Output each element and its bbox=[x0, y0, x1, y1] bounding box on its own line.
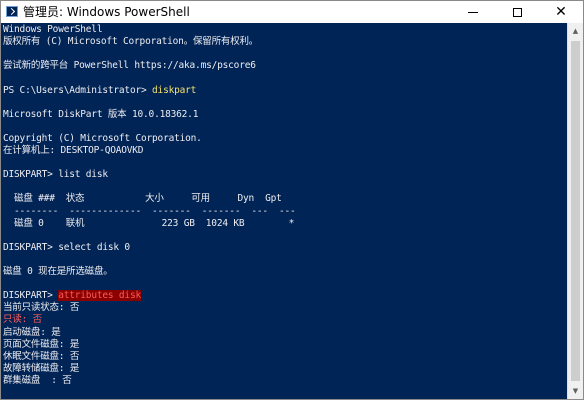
console-line: 群集磁盘 : 否 bbox=[3, 375, 72, 387]
console-text: 群集磁盘 : 否 bbox=[3, 374, 72, 386]
console-text: DISKPART> list disk bbox=[3, 169, 108, 181]
console-text: 故障转储磁盘: 是 bbox=[3, 362, 80, 374]
console-line: 启动磁盘: 是 bbox=[3, 327, 61, 339]
console-output[interactable]: Windows PowerShell 版权所有 (C) Microsoft Cor… bbox=[1, 23, 567, 399]
console-text: 版权所有 (C) Microsoft Corporation。保留所有权利。 bbox=[3, 36, 259, 48]
console-text: 当前只读状态: 否 bbox=[3, 302, 80, 314]
title-bar[interactable]: 管理员: Windows PowerShell ✕ bbox=[1, 1, 583, 23]
minimize-button[interactable] bbox=[451, 1, 495, 23]
console-text: 启动磁盘: 是 bbox=[3, 326, 61, 338]
console-line: 当前只读状态: 否 bbox=[3, 302, 79, 314]
console-text: 磁盘 0 现在是所选磁盘。 bbox=[3, 266, 113, 277]
console-line: 尝试新的跨平台 PowerShell https://aka.ms/pscore… bbox=[3, 60, 256, 72]
console-line: PS C:\Users\Administrator> diskpart bbox=[3, 85, 196, 97]
maximize-button[interactable] bbox=[495, 1, 539, 23]
scrollbar-thumb[interactable] bbox=[571, 41, 580, 381]
console-line: Copyright (C) Microsoft Corporation. bbox=[3, 133, 202, 145]
powershell-window: 管理员: Windows PowerShell ✕ Windows PowerS… bbox=[0, 0, 584, 400]
console-text: Windows PowerShell bbox=[3, 24, 103, 35]
console-line: Windows PowerShell bbox=[3, 24, 103, 36]
console-line: 休眠文件磁盘: 否 bbox=[3, 351, 79, 363]
console-line: DISKPART> select disk 0 bbox=[3, 242, 130, 254]
scroll-down-arrow-icon[interactable]: ▼ bbox=[568, 383, 583, 399]
maximize-icon bbox=[512, 7, 522, 17]
highlighted-command: attributes disk bbox=[58, 290, 141, 302]
console-line: 只读: 否 bbox=[3, 314, 42, 326]
console-prompt: DISKPART> bbox=[3, 290, 59, 302]
console-text: -------- ------------- ------- ------- -… bbox=[3, 205, 296, 217]
console-text: Copyright (C) Microsoft Corporation. bbox=[3, 132, 202, 144]
console-text: 页面文件磁盘: 是 bbox=[3, 338, 80, 350]
close-icon: ✕ bbox=[555, 4, 567, 20]
console-line: -------- ------------- ------- ------- -… bbox=[3, 206, 296, 218]
console-line: Microsoft DiskPart 版本 10.0.18362.1 bbox=[3, 109, 198, 121]
console-command: diskpart bbox=[152, 84, 197, 96]
console-text: DISKPART> select disk 0 bbox=[3, 241, 130, 253]
console-line: 故障转储磁盘: 是 bbox=[3, 363, 79, 375]
console-text: 尝试新的跨平台 PowerShell https://aka.ms/pscore… bbox=[3, 60, 256, 72]
console-prompt: PS C:\Users\Administrator> bbox=[3, 84, 153, 96]
scroll-up-arrow-icon[interactable]: ▲ bbox=[568, 23, 583, 39]
console-line: 磁盘 ### 状态 大小 可用 Dyn Gpt bbox=[3, 193, 282, 205]
console-line: 在计算机上: DESKTOP-QOAOVKD bbox=[3, 145, 144, 157]
window-title: 管理员: Windows PowerShell bbox=[23, 5, 190, 19]
powershell-icon bbox=[6, 6, 18, 17]
highlighted-text: 只读: 否 bbox=[3, 314, 42, 326]
console-line: DISKPART> attributes disk bbox=[3, 290, 141, 302]
console-line: DISKPART> list disk bbox=[3, 169, 108, 181]
console-line: 磁盘 0 现在是所选磁盘。 bbox=[3, 266, 113, 278]
console-text: 休眠文件磁盘: 否 bbox=[3, 350, 80, 362]
minimize-icon bbox=[468, 11, 478, 13]
console-text: 在计算机上: DESKTOP-QOAOVKD bbox=[3, 145, 144, 156]
console-text: 磁盘 ### 状态 大小 可用 Dyn Gpt bbox=[3, 193, 282, 205]
console-text: Microsoft DiskPart 版本 10.0.18362.1 bbox=[3, 108, 199, 120]
console-line: 版权所有 (C) Microsoft Corporation。保留所有权利。 bbox=[3, 36, 258, 48]
console-line: 页面文件磁盘: 是 bbox=[3, 339, 79, 351]
vertical-scrollbar[interactable]: ▲ ▼ bbox=[567, 23, 583, 399]
console-text: 磁盘 0 联机 223 GB 1024 KB * bbox=[3, 217, 295, 229]
close-button[interactable]: ✕ bbox=[539, 1, 583, 23]
console-line: 磁盘 0 联机 223 GB 1024 KB * bbox=[3, 218, 294, 230]
